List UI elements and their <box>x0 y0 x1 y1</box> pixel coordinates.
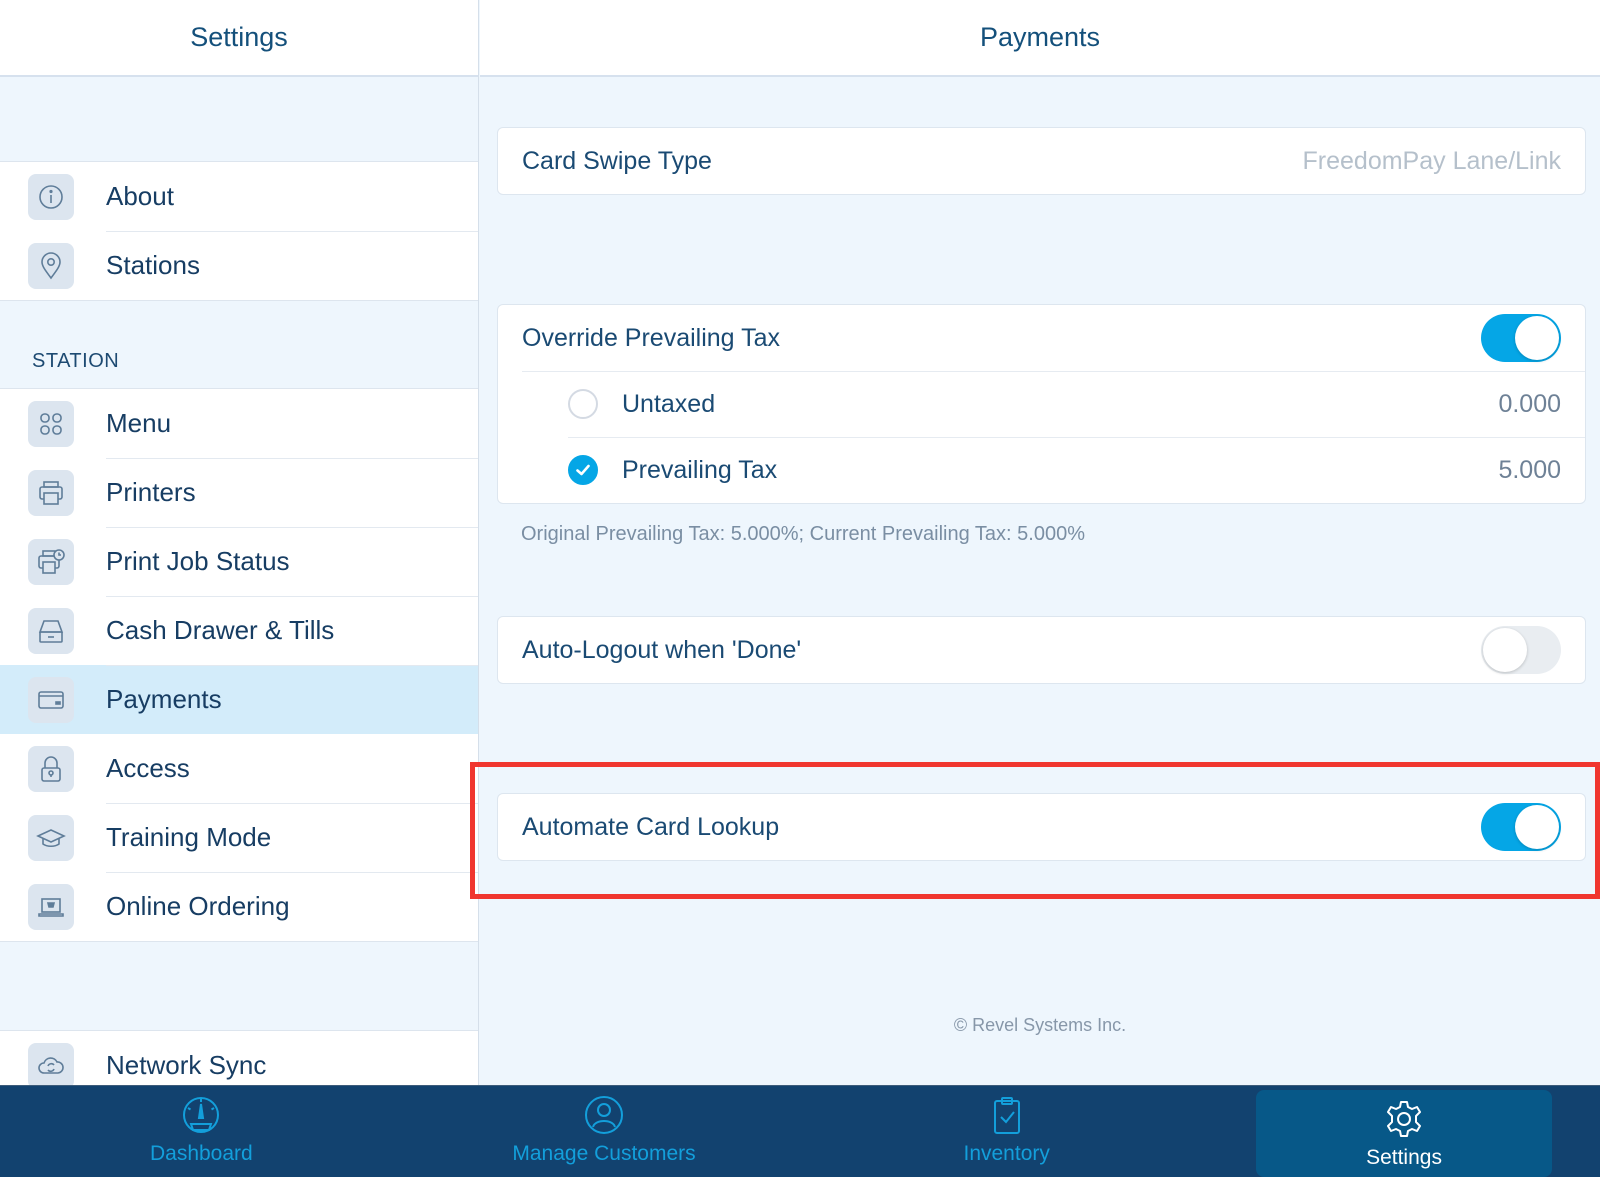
tax-option-label: Untaxed <box>622 389 716 418</box>
sidebar-title: Settings <box>0 0 478 77</box>
drawer-icon <box>28 607 74 654</box>
tax-option-untaxed[interactable]: Untaxed 0.000 <box>498 371 1585 437</box>
page-title: Payments <box>480 0 1600 77</box>
dashboard-gauge-icon <box>183 1097 220 1133</box>
auto-logout-row: Auto-Logout when 'Done' <box>498 617 1585 683</box>
sidebar-item-label: Payments <box>106 684 222 714</box>
sidebar-item-label: Menu <box>106 408 172 438</box>
sidebar-item-access[interactable]: Access <box>0 734 478 803</box>
override-tax-label: Override Prevailing Tax <box>522 323 780 352</box>
sidebar-item-printers[interactable]: Printers <box>0 458 478 527</box>
sidebar-item-menu[interactable]: Menu <box>0 389 478 458</box>
card-swipe-type-row[interactable]: Card Swipe Type FreedomPay Lane/Link <box>498 128 1585 194</box>
card-swipe-type-value: FreedomPay Lane/Link <box>1302 146 1561 175</box>
sidebar-item-online-ordering[interactable]: Online Ordering <box>0 872 478 941</box>
sidebar-item-training-mode[interactable]: Training Mode <box>0 803 478 872</box>
override-tax-row: Override Prevailing Tax <box>498 305 1585 371</box>
sidebar-item-label: Print Job Status <box>106 546 290 576</box>
tab-manage-customers[interactable]: Manage Customers <box>403 1086 806 1177</box>
radio-untaxed[interactable] <box>568 389 598 419</box>
tab-inventory[interactable]: Inventory <box>805 1086 1208 1177</box>
automate-card-lookup-label: Automate Card Lookup <box>522 812 780 841</box>
credit-card-icon <box>28 676 74 723</box>
tab-dashboard[interactable]: Dashboard <box>0 1086 403 1177</box>
copyright-text: © Revel Systems Inc. <box>953 1015 1127 1035</box>
sidebar-item-label: About <box>106 181 174 211</box>
radio-label-wrap: Untaxed <box>568 389 715 419</box>
tab-label: Settings <box>1366 1146 1442 1169</box>
sidebar-item-about[interactable]: About <box>0 162 478 231</box>
automate-card-lookup-row: Automate Card Lookup <box>498 794 1585 860</box>
sidebar-item-label: Cash Drawer & Tills <box>106 615 335 645</box>
prevailing-tax-note: Original Prevailing Tax: 5.000%; Current… <box>521 523 1086 545</box>
settings-sidebar: Settings About Stations STATION Menu Pri… <box>0 0 479 1101</box>
bottom-tab-bar: Dashboard Manage Customers Inventory Set… <box>0 1085 1600 1177</box>
graduation-cap-icon <box>28 814 74 861</box>
printer-icon <box>28 469 74 516</box>
sidebar-item-label: Network Sync <box>106 1050 267 1080</box>
tab-settings[interactable]: Settings <box>1256 1090 1553 1177</box>
tax-option-prevailing[interactable]: Prevailing Tax 5.000 <box>498 437 1585 503</box>
lock-icon <box>28 745 74 792</box>
station-group: Menu Printers Print Job Status Cash Draw… <box>0 389 478 942</box>
sidebar-item-print-job-status[interactable]: Print Job Status <box>0 527 478 596</box>
auto-logout-card: Auto-Logout when 'Done' <box>497 616 1586 684</box>
cloud-sync-icon <box>28 1042 74 1089</box>
sidebar-item-label: Access <box>106 753 190 783</box>
auto-logout-toggle[interactable] <box>1481 626 1561 674</box>
info-icon <box>28 173 74 220</box>
toggle-knob <box>1483 628 1527 672</box>
sidebar-item-cash-drawer[interactable]: Cash Drawer & Tills <box>0 596 478 665</box>
card-swipe-type-card: Card Swipe Type FreedomPay Lane/Link <box>497 127 1586 195</box>
sidebar-item-label: Printers <box>106 477 196 507</box>
override-tax-toggle[interactable] <box>1481 314 1561 362</box>
radio-prevailing-tax[interactable] <box>568 455 598 485</box>
user-circle-icon <box>585 1096 623 1134</box>
automate-card-lookup-toggle[interactable] <box>1481 803 1561 851</box>
card-swipe-type-label: Card Swipe Type <box>522 146 712 175</box>
sidebar-item-label: Stations <box>106 250 200 280</box>
tax-option-value: 0.000 <box>1498 389 1561 418</box>
laptop-cart-icon <box>28 883 74 930</box>
checkmark-icon <box>576 464 590 476</box>
auto-logout-label: Auto-Logout when 'Done' <box>522 635 802 664</box>
sidebar-item-label: Online Ordering <box>106 891 290 921</box>
tab-label: Manage Customers <box>512 1142 696 1165</box>
clipboard-check-icon <box>993 1097 1020 1134</box>
tab-label: Inventory <box>963 1142 1050 1165</box>
location-pin-icon <box>28 242 74 289</box>
sidebar-item-label: Training Mode <box>106 822 272 852</box>
radio-label-wrap: Prevailing Tax <box>568 455 777 485</box>
toggle-knob <box>1515 805 1559 849</box>
toggle-knob <box>1515 316 1559 360</box>
general-group: About Stations <box>0 162 478 301</box>
grid-icon <box>28 400 74 447</box>
automate-card-lookup-card: Automate Card Lookup <box>497 793 1586 861</box>
tax-option-value: 5.000 <box>1498 455 1561 484</box>
sidebar-item-payments[interactable]: Payments <box>0 665 478 734</box>
payments-panel: Payments Card Swipe Type FreedomPay Lane… <box>480 0 1600 1085</box>
station-section-header: STATION <box>0 301 478 389</box>
tax-option-label: Prevailing Tax <box>622 455 778 484</box>
printer-clock-icon <box>28 538 74 585</box>
sidebar-spacer <box>0 942 478 1031</box>
tab-label: Dashboard <box>149 1142 253 1165</box>
sidebar-spacer <box>0 77 478 162</box>
gear-icon <box>1387 1101 1422 1137</box>
sidebar-item-stations[interactable]: Stations <box>0 231 478 300</box>
override-tax-card: Override Prevailing Tax Untaxed 0.000 Pr… <box>497 304 1586 504</box>
